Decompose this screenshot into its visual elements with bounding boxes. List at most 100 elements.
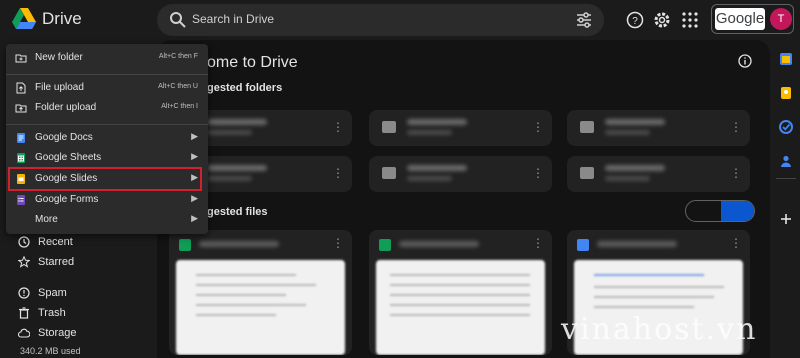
avatar[interactable]: T <box>770 8 792 30</box>
more-icon[interactable]: ⋮ <box>332 166 344 180</box>
blurred-text <box>605 130 650 135</box>
folder-card[interactable]: ⋮ <box>567 156 750 192</box>
sheets-file-icon <box>179 239 191 251</box>
menu-item-label: More <box>35 214 58 225</box>
nav-label: Trash <box>38 307 66 319</box>
toggle-option-left[interactable] <box>686 201 721 221</box>
folder-icon <box>382 167 396 179</box>
more-icon[interactable]: ⋮ <box>730 120 742 134</box>
menu-divider <box>6 124 208 125</box>
blurred-text <box>605 176 650 181</box>
blurred-text <box>407 176 452 181</box>
search-icon[interactable] <box>169 11 187 29</box>
file-card[interactable]: ⋮ <box>369 230 552 355</box>
google-sheets-icon <box>17 153 25 163</box>
folder-card[interactable]: ⋮ <box>567 110 750 146</box>
keep-icon[interactable] <box>779 86 793 100</box>
search-options-icon[interactable] <box>576 12 592 28</box>
nav-label: Starred <box>38 256 75 268</box>
google-wordmark: Google <box>715 8 765 30</box>
folder-plus-icon <box>15 54 27 63</box>
blurred-text <box>399 241 479 247</box>
blurred-text <box>407 119 467 125</box>
calendar-icon[interactable] <box>779 52 793 66</box>
blurred-text <box>407 130 452 135</box>
chevron-right-icon: ▶ <box>191 151 198 161</box>
more-icon[interactable]: ⋮ <box>332 236 344 250</box>
menu-item-google-docs[interactable]: Google Docs ▶ <box>6 128 208 148</box>
google-forms-icon <box>17 195 25 205</box>
chevron-right-icon: ▶ <box>191 131 198 141</box>
watermark-logo: vinahost.vn <box>561 312 761 347</box>
search-bar[interactable]: Search in Drive <box>157 4 604 36</box>
sheets-file-icon <box>379 239 391 251</box>
help-icon[interactable]: ? <box>626 11 644 29</box>
more-icon[interactable]: ⋮ <box>532 236 544 250</box>
apps-grid-icon[interactable] <box>681 11 699 29</box>
menu-item-shortcut: Alt+C then U <box>158 83 198 90</box>
search-input[interactable]: Search in Drive <box>192 12 274 26</box>
folder-upload-icon <box>15 104 27 113</box>
divider <box>776 178 796 179</box>
star-icon <box>18 256 30 268</box>
chevron-right-icon: ▶ <box>191 213 198 223</box>
more-icon[interactable]: ⋮ <box>332 120 344 134</box>
menu-item-label: Folder upload <box>35 102 97 113</box>
blurred-text <box>597 241 677 247</box>
folder-card[interactable]: ⋮ <box>369 156 552 192</box>
menu-item-folder-upload[interactable]: Folder upload Alt+C then I <box>6 98 208 118</box>
section-title-files: gested files <box>207 206 268 218</box>
blurred-text <box>207 165 267 171</box>
nav-label: Spam <box>38 287 67 299</box>
blurred-text <box>407 165 467 171</box>
add-icon[interactable] <box>779 212 793 226</box>
watermark-text: vinahost.vn <box>561 312 758 347</box>
account-switcher[interactable]: Google T <box>711 4 794 34</box>
more-icon[interactable]: ⋮ <box>532 166 544 180</box>
more-icon[interactable]: ⋮ <box>730 166 742 180</box>
top-bar: Drive Search in Drive ? Google T <box>0 0 800 40</box>
menu-item-google-sheets[interactable]: Google Sheets ▶ <box>6 148 208 168</box>
menu-item-google-forms[interactable]: Google Forms ▶ <box>6 190 208 210</box>
tasks-icon[interactable] <box>779 120 793 134</box>
cloud-icon <box>18 328 30 338</box>
settings-gear-icon[interactable] <box>653 11 671 29</box>
drive-logo-icon[interactable] <box>12 8 36 30</box>
info-icon[interactable] <box>738 54 752 68</box>
blurred-text <box>199 241 279 247</box>
file-upload-icon <box>16 82 26 94</box>
menu-item-more[interactable]: More ▶ <box>6 210 208 230</box>
trash-icon <box>19 307 29 319</box>
menu-item-label: File upload <box>35 82 84 93</box>
nav-label: Recent <box>38 236 73 248</box>
menu-item-label: Google Forms <box>35 194 99 205</box>
folder-icon <box>382 121 396 133</box>
highlight-box <box>8 167 202 191</box>
blurred-text <box>207 119 267 125</box>
more-icon[interactable]: ⋮ <box>730 236 742 250</box>
toggle-option-right[interactable] <box>721 201 754 221</box>
menu-item-file-upload[interactable]: File upload Alt+C then U <box>6 78 208 98</box>
app-title[interactable]: Drive <box>42 9 82 29</box>
clock-icon <box>18 236 30 248</box>
folder-icon <box>580 121 594 133</box>
file-thumbnail <box>376 260 545 355</box>
nav-label: Storage <box>38 327 77 339</box>
spam-icon <box>18 287 30 299</box>
new-menu: New folder Alt+C then F File upload Alt+… <box>6 44 208 234</box>
docs-file-icon <box>577 239 589 251</box>
more-icon[interactable]: ⋮ <box>532 120 544 134</box>
file-card[interactable]: ⋮ <box>169 230 352 355</box>
menu-item-new-folder[interactable]: New folder Alt+C then F <box>6 48 208 68</box>
menu-item-shortcut: Alt+C then F <box>158 53 198 60</box>
chevron-right-icon: ▶ <box>191 193 198 203</box>
folder-card[interactable]: ⋮ <box>369 110 552 146</box>
blurred-text <box>605 165 665 171</box>
contacts-icon[interactable] <box>779 154 793 168</box>
menu-item-label: Google Docs <box>35 132 93 143</box>
page-title: ome to Drive <box>207 54 298 71</box>
view-toggle[interactable] <box>685 200 755 222</box>
menu-item-shortcut: Alt+C then I <box>161 103 198 110</box>
blurred-text <box>605 119 665 125</box>
main-content: ome to Drive gested folders ⋮ ⋮ ⋮ ⋮ ⋮ ⋮ … <box>157 40 770 358</box>
